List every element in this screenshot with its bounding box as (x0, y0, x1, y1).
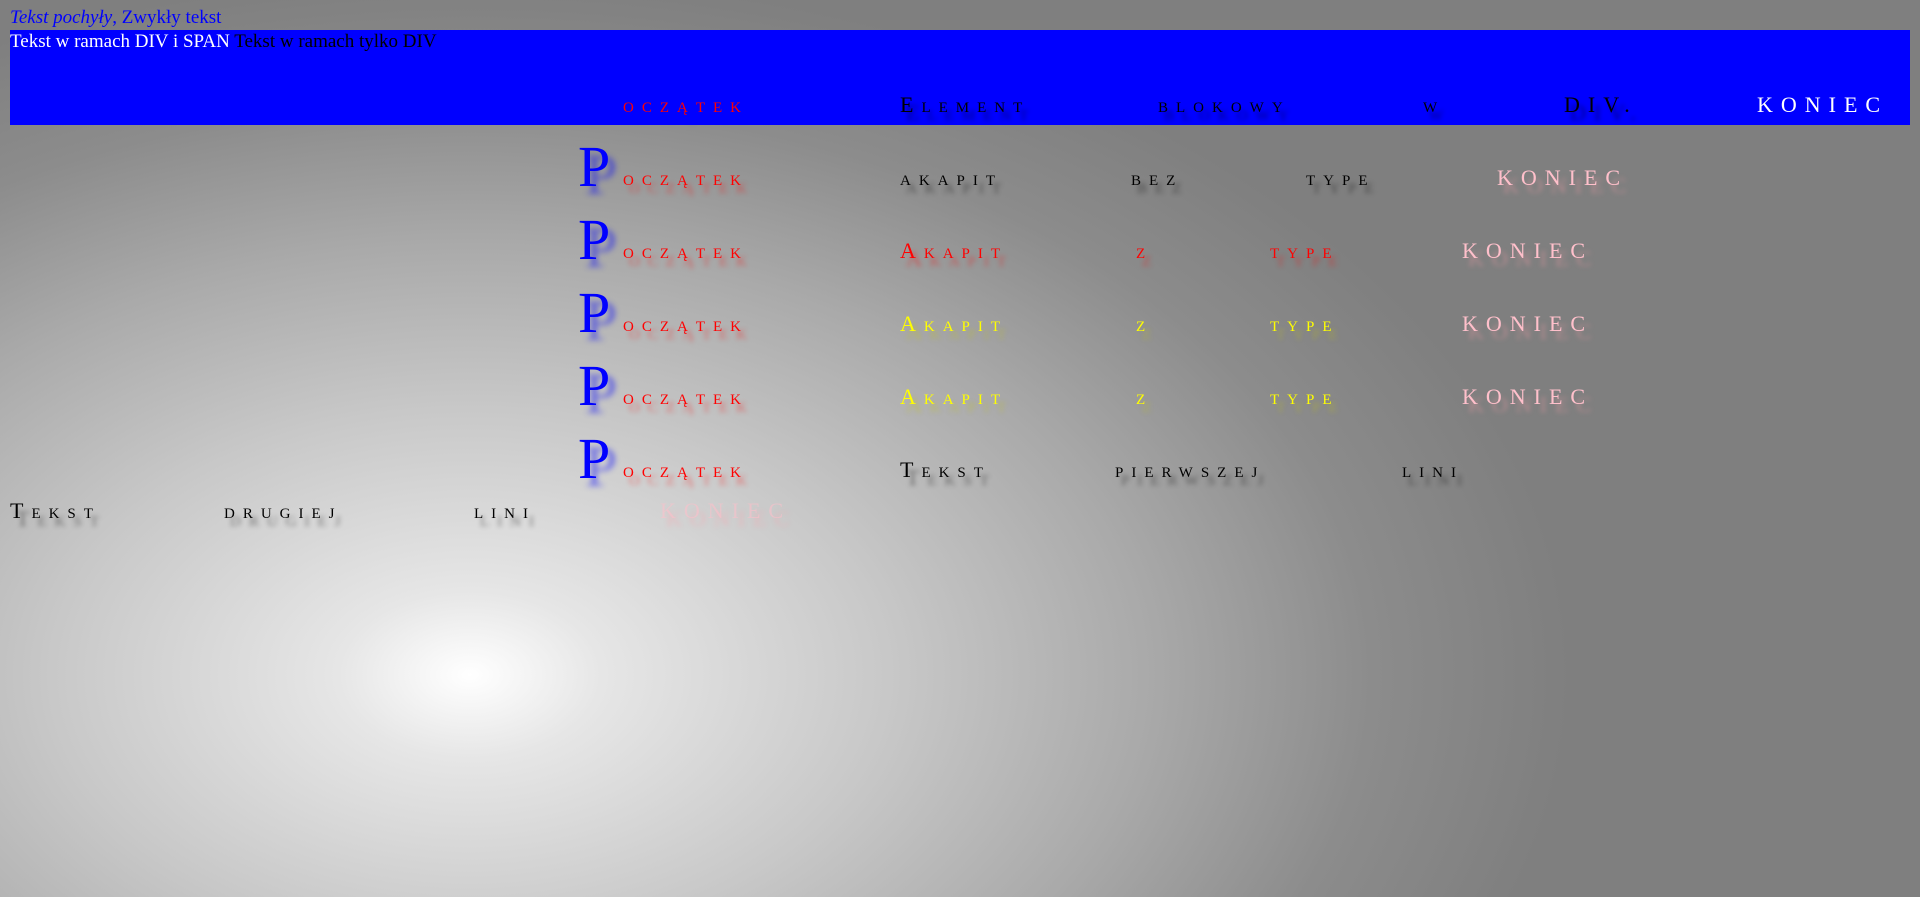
row-div-koniec: KONIEC (1757, 92, 1889, 117)
second-line-word-1: Tekst (10, 498, 101, 523)
row-koniec: KONIEC (1462, 384, 1594, 409)
row-word-1: Akapit (900, 384, 1009, 409)
row-word-1: akapit (900, 165, 1003, 190)
top-text-line: Tekst pochyły, Zwykły tekst (10, 7, 221, 29)
row-word-3: type (1270, 311, 1340, 336)
row-word-2: z (1136, 311, 1154, 336)
div-text-line: Tekst w ramach DIV i SPAN Tekst w ramach… (10, 31, 437, 53)
row-koniec: KONIEC (1462, 238, 1594, 263)
div-text: Tekst w ramach tylko DIV (229, 31, 437, 52)
row-word-1: Akapit (900, 311, 1009, 336)
row-div-word-3: w (1423, 92, 1446, 117)
drop-cap-p: P (578, 134, 611, 199)
span-text: Tekst w ramach DIV i SPAN (10, 31, 230, 52)
row-poczatek: oczątek (623, 457, 749, 482)
row-word-3: type (1270, 238, 1340, 263)
row-div-word-4: DIV. (1564, 92, 1638, 117)
row-word-2: bez (1131, 165, 1184, 190)
row-word-3: type (1270, 384, 1340, 409)
drop-cap-p: P (578, 280, 611, 345)
row-koniec: KONIEC (1497, 165, 1629, 190)
row-poczatek: oczątek (623, 311, 749, 336)
row-word-3: type (1306, 165, 1376, 190)
row-poczatek: oczątek (623, 384, 749, 409)
row-word-2: pierwszej (1115, 457, 1266, 482)
row-word-2: z (1136, 384, 1154, 409)
row-div-word-2: blokowy (1158, 92, 1291, 117)
row-div-poczatek: oczątek (623, 92, 749, 117)
row-div-word-1: Element (900, 92, 1031, 117)
row-word-2: z (1136, 238, 1154, 263)
row-word-1: Akapit (900, 238, 1009, 263)
drop-cap-p: P (578, 207, 611, 272)
second-line-word-2: drugiej (224, 498, 343, 523)
drop-cap-p: P (578, 426, 611, 491)
row-word-1: Tekst (900, 457, 991, 482)
row-word-3: lini (1402, 457, 1464, 482)
row-poczatek: oczątek (623, 165, 749, 190)
second-line-word-3: lini (474, 498, 536, 523)
row-poczatek: oczątek (623, 238, 749, 263)
italic-text: Tekst pochyły (10, 7, 113, 28)
row-koniec: KONIEC (1462, 311, 1594, 336)
second-line-koniec: KONIEC (660, 498, 792, 523)
drop-cap-p: P (578, 353, 611, 418)
normal-text: , Zwykły tekst (112, 7, 222, 28)
